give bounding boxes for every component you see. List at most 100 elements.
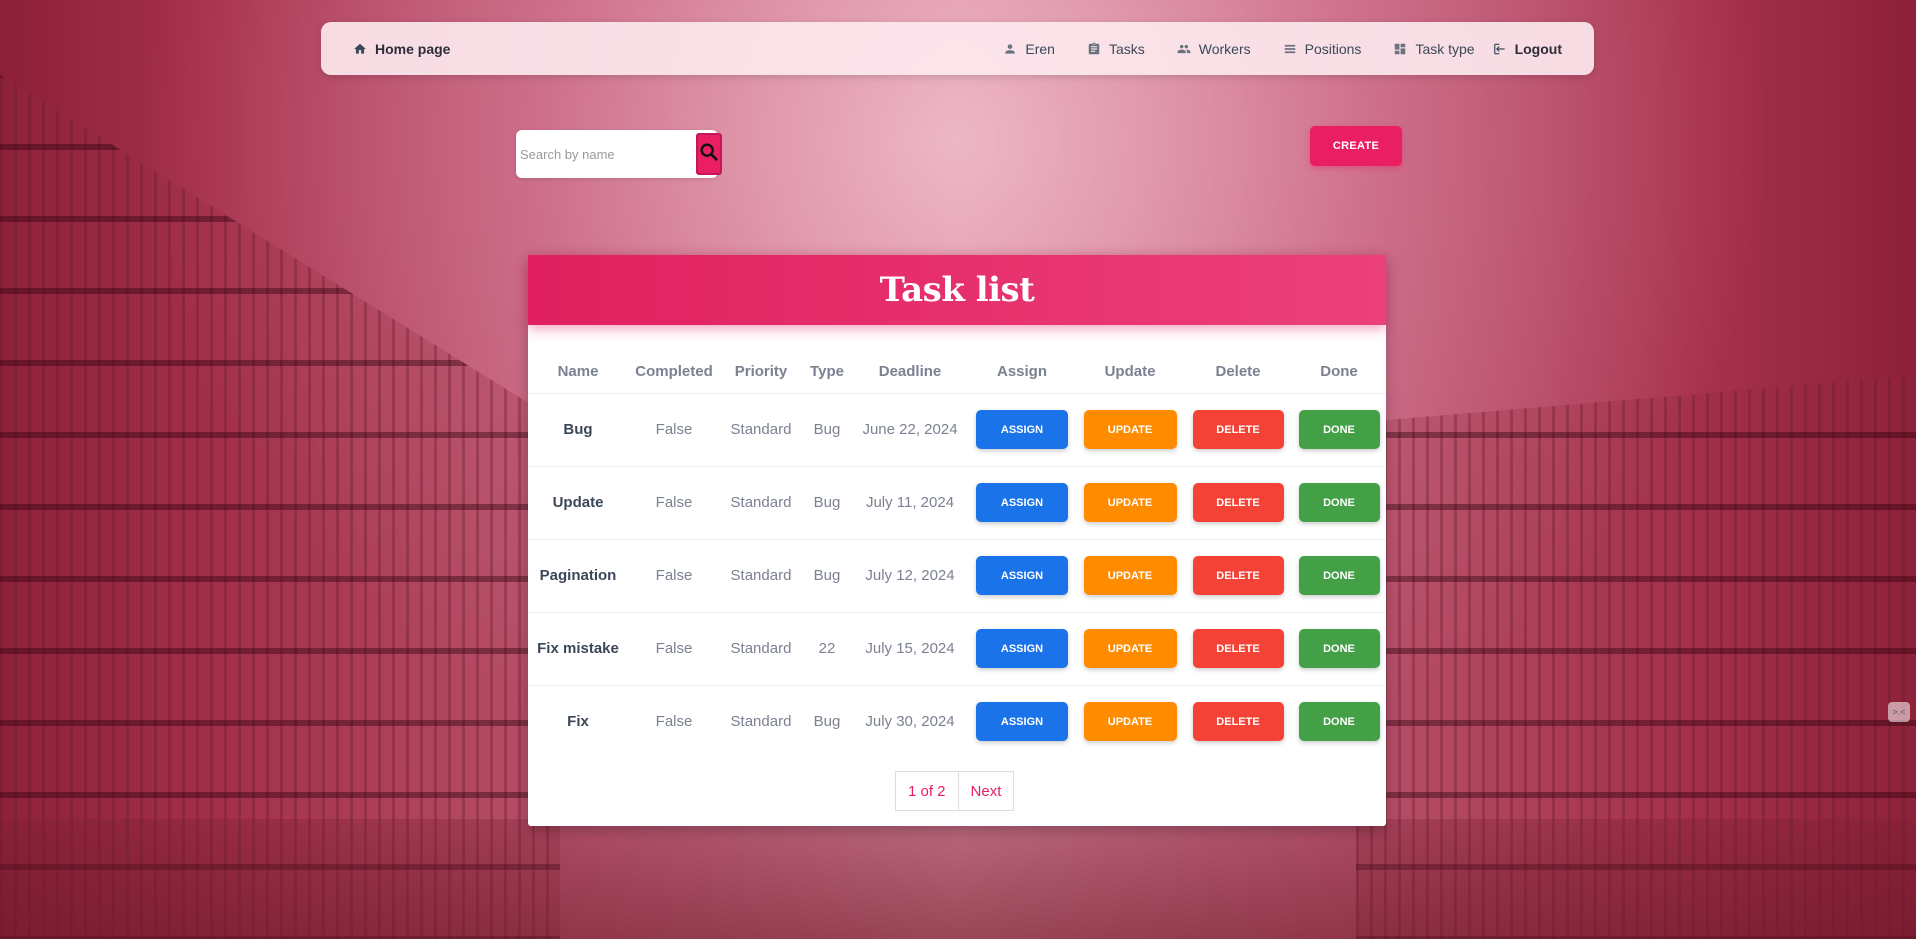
task-completed: False	[628, 612, 720, 686]
update-button[interactable]: UPDATE	[1083, 702, 1177, 742]
table-row: Bug False Standard Bug June 22, 2024 ASS…	[528, 393, 1386, 467]
nav-item-task-type[interactable]: Task type	[1393, 40, 1475, 57]
nav-right-group: Eren Tasks Workers Positions Task type L…	[1003, 41, 1562, 57]
pagination: 1 of 2 Next	[895, 771, 1015, 811]
nav-home-label: Home page	[375, 40, 451, 57]
create-button[interactable]: CREATE	[1310, 126, 1402, 166]
assign-button[interactable]: ASSIGN	[976, 629, 1068, 668]
top-navbar: Home page Eren Tasks Workers Positions T…	[321, 22, 1594, 75]
dashboard-icon	[1393, 42, 1407, 56]
done-button[interactable]: DONE	[1298, 556, 1380, 595]
task-type: Bug	[813, 713, 841, 731]
table-row: Fix False Standard Bug July 30, 2024 ASS…	[528, 685, 1386, 758]
task-list-card: Task list Name Completed Priority Type D…	[528, 255, 1386, 826]
done-button[interactable]: DONE	[1298, 410, 1380, 449]
group-icon	[1177, 42, 1191, 56]
task-table: Name Completed Priority Type Deadline As…	[528, 351, 1386, 758]
update-button[interactable]: UPDATE	[1083, 629, 1177, 668]
background-bookshelves-left	[0, 75, 560, 939]
task-completed: False	[628, 466, 720, 540]
person-icon	[1003, 42, 1017, 56]
code-icon: >.<	[1892, 707, 1906, 717]
nav-item-label: Eren	[1025, 40, 1055, 57]
delete-button[interactable]: DELETE	[1192, 702, 1284, 742]
done-button[interactable]: DONE	[1298, 483, 1380, 522]
task-name: Fix	[567, 713, 589, 731]
background-bookshelves-right	[1356, 375, 1916, 939]
nav-item-label: Workers	[1198, 40, 1251, 57]
page-title: Task list	[879, 270, 1035, 310]
task-type: Bug	[802, 466, 852, 540]
delete-button[interactable]: DELETE	[1192, 556, 1284, 595]
task-deadline: July 11, 2024	[852, 466, 968, 540]
task-name: Pagination	[528, 539, 628, 613]
list-icon	[1283, 42, 1297, 56]
nav-logout-link[interactable]: Logout	[1493, 41, 1562, 57]
assign-button[interactable]: ASSIGN	[976, 556, 1068, 595]
task-type: Bug	[802, 393, 852, 467]
task-completed: False	[655, 713, 693, 731]
nav-item-label: Task type	[1415, 40, 1475, 57]
task-completed: False	[628, 393, 720, 467]
column-header-assign: Assign	[968, 351, 1076, 394]
task-name: Fix mistake	[528, 612, 628, 686]
column-header-done: Done	[1292, 351, 1386, 394]
task-type: 22	[802, 612, 852, 686]
task-priority: Standard	[720, 393, 802, 467]
task-priority: Standard	[720, 612, 802, 686]
update-button[interactable]: UPDATE	[1083, 483, 1177, 522]
side-collapse-handle[interactable]: >.<	[1888, 702, 1910, 722]
nav-item-label: Positions	[1304, 40, 1362, 57]
delete-button[interactable]: DELETE	[1192, 483, 1284, 522]
pagination-current-page[interactable]: 1 of 2	[895, 771, 959, 811]
column-header-update: Update	[1076, 351, 1184, 394]
task-completed: False	[628, 539, 720, 613]
table-row: Fix mistake False Standard 22 July 15, 2…	[528, 612, 1386, 686]
done-button[interactable]: DONE	[1298, 702, 1380, 742]
search-button[interactable]	[696, 133, 722, 175]
done-button[interactable]: DONE	[1298, 629, 1380, 668]
nav-item-positions[interactable]: Positions	[1283, 40, 1362, 57]
search-input[interactable]	[516, 130, 696, 178]
update-button[interactable]: UPDATE	[1083, 556, 1177, 595]
card-header: Task list	[528, 255, 1386, 325]
nav-home-link[interactable]: Home page	[353, 41, 450, 57]
column-header-priority: Priority	[720, 351, 802, 394]
task-name: Update	[528, 466, 628, 540]
task-name: Bug	[528, 393, 628, 467]
nav-item-profile[interactable]: Eren	[1003, 41, 1055, 57]
task-deadline: July 15, 2024	[852, 612, 968, 686]
nav-item-label: Tasks	[1108, 40, 1145, 57]
logout-icon	[1493, 42, 1507, 56]
pagination-next-button[interactable]: Next	[958, 771, 1015, 811]
background-floor	[0, 819, 1916, 939]
task-deadline: July 30, 2024	[865, 713, 955, 731]
update-button[interactable]: UPDATE	[1083, 410, 1177, 449]
task-type: Bug	[802, 539, 852, 613]
task-priority: Standard	[730, 713, 792, 731]
task-priority: Standard	[720, 539, 802, 613]
home-icon	[353, 42, 367, 56]
nav-item-tasks[interactable]: Tasks	[1087, 41, 1145, 57]
assign-button[interactable]: ASSIGN	[976, 483, 1068, 522]
search-bar	[516, 130, 722, 178]
column-header-deadline: Deadline	[852, 351, 968, 394]
delete-button[interactable]: DELETE	[1192, 629, 1284, 668]
column-header-completed: Completed	[628, 351, 720, 394]
task-deadline: July 12, 2024	[852, 539, 968, 613]
column-header-name: Name	[528, 351, 628, 394]
task-priority: Standard	[720, 466, 802, 540]
task-deadline: June 22, 2024	[852, 393, 968, 467]
search-icon	[698, 141, 720, 168]
table-row: Update False Standard Bug July 11, 2024 …	[528, 466, 1386, 540]
table-row: Pagination False Standard Bug July 12, 2…	[528, 539, 1386, 613]
clipboard-icon	[1087, 42, 1101, 56]
nav-item-workers[interactable]: Workers	[1177, 41, 1251, 57]
assign-button[interactable]: ASSIGN	[976, 702, 1068, 742]
nav-logout-label: Logout	[1514, 40, 1562, 57]
column-header-type: Type	[802, 351, 852, 394]
assign-button[interactable]: ASSIGN	[976, 410, 1068, 449]
table-header-row: Name Completed Priority Type Deadline As…	[528, 351, 1386, 394]
delete-button[interactable]: DELETE	[1192, 410, 1284, 449]
column-header-delete: Delete	[1184, 351, 1292, 394]
